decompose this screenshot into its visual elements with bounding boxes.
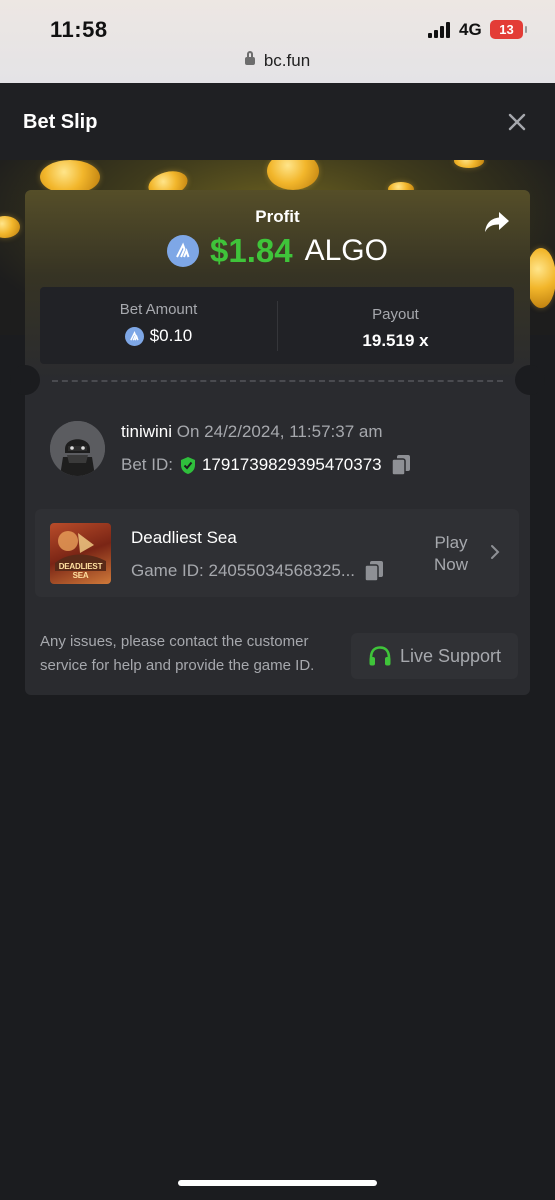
ticket-notch-right (515, 365, 545, 395)
close-button[interactable] (500, 105, 534, 139)
url-text: bc.fun (263, 51, 311, 70)
game-name: Deadliest Sea (131, 528, 237, 547)
headset-icon (369, 646, 391, 666)
bet-id-value: 1791739829395470373 (201, 455, 382, 474)
close-icon (508, 113, 526, 131)
network-type: 4G (459, 20, 482, 39)
payout-value: 19.519 x (362, 331, 429, 350)
live-support-button[interactable]: Live Support (351, 633, 518, 679)
page-title: Bet Slip (23, 111, 98, 133)
profit-currency: ALGO (304, 234, 388, 267)
copy-icon[interactable] (364, 560, 384, 582)
share-button[interactable] (483, 210, 511, 234)
play-now-label-2: Now (433, 555, 468, 574)
algo-coin-icon (124, 326, 144, 346)
bet-timestamp: On 24/2/2024, 11:57:37 am (176, 422, 383, 441)
copy-icon[interactable] (390, 454, 411, 476)
lock-icon (244, 51, 255, 65)
home-indicator[interactable] (178, 1180, 377, 1186)
bet-amount-label: Bet Amount (119, 301, 198, 318)
modal-header: Bet Slip (0, 83, 555, 160)
share-icon (485, 212, 509, 232)
status-time: 11:58 (50, 17, 108, 42)
url-bar[interactable]: bc.fun (0, 51, 555, 71)
shield-check-icon (180, 456, 195, 474)
profit-row: $1.84 ALGO (25, 232, 530, 270)
help-text: Any issues, please contact the customer … (40, 633, 315, 674)
bet-user-line: tiniwini On 24/2/2024, 11:57:37 am (121, 422, 383, 442)
battery-icon: 13 (490, 20, 527, 39)
avatar[interactable] (50, 421, 105, 476)
bet-amount-value: $0.10 (149, 326, 193, 345)
signal-icon (428, 22, 452, 38)
bet-id-label: Bet ID: (121, 455, 173, 474)
game-thumb-title: DEADLIEST SEA (58, 562, 103, 580)
game-id-row: Game ID: 24055034568325... (131, 560, 384, 582)
username[interactable]: tiniwini (121, 422, 172, 441)
bet-amount-stat: Bet Amount $0.10 (40, 287, 277, 364)
status-bar: 11:58 4G 13 bc.fun (0, 0, 555, 83)
game-id-label: Game ID: (131, 561, 204, 580)
profit-amount: $1.84 (210, 232, 293, 269)
play-now-button[interactable]: Play Now (425, 532, 477, 576)
ticket-notch-left (10, 365, 40, 395)
bet-slip-card: Profit $1.84 ALGO Bet Amount $0.10 Payou… (10, 190, 545, 695)
bet-stats: Bet Amount $0.10 Payout 19.519 x (40, 287, 514, 364)
algo-coin-icon (167, 235, 200, 267)
payout-stat: Payout 19.519 x (277, 287, 514, 364)
game-row[interactable]: DEADLIEST SEA Deadliest Sea Game ID: 240… (35, 509, 519, 597)
live-support-label: Live Support (399, 645, 502, 666)
ticket-divider (52, 380, 503, 382)
bet-id-row: Bet ID: 1791739829395470373 (121, 454, 411, 476)
game-id-value: 24055034568325... (208, 561, 356, 580)
game-thumbnail[interactable]: DEADLIEST SEA (50, 523, 111, 584)
chevron-right-icon (491, 545, 500, 559)
profit-label: Profit (255, 207, 300, 226)
payout-label: Payout (372, 306, 419, 323)
play-now-label-1: Play (434, 533, 468, 552)
